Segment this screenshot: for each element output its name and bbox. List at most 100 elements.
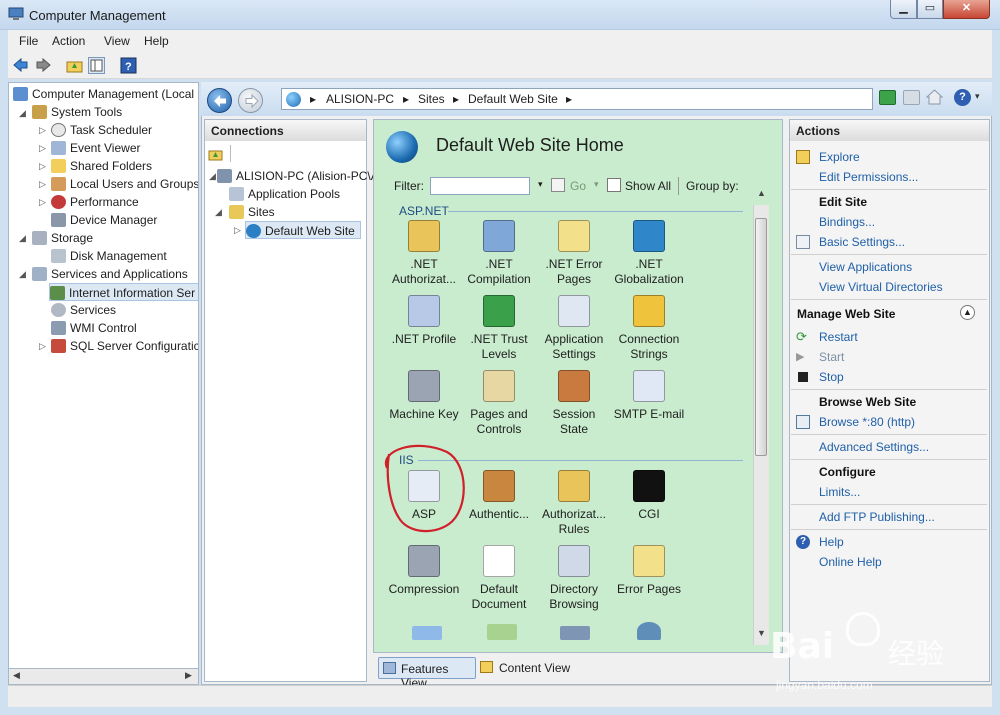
filter-dropdown-icon[interactable]: ▾ <box>538 179 543 190</box>
collapse-arrow-icon[interactable]: ◢ <box>209 171 216 182</box>
action-advanced-settings[interactable]: Advanced Settings... <box>819 440 929 454</box>
action-browse-80[interactable]: Browse *:80 (http) <box>819 415 915 429</box>
scroll-right-icon[interactable]: ▶ <box>185 670 192 681</box>
menu-view[interactable]: View <box>104 34 130 48</box>
scrollbar-thumb[interactable] <box>755 218 767 456</box>
partial-feature-icon[interactable] <box>412 626 442 640</box>
close-button[interactable]: ✕ <box>943 0 990 19</box>
tree-item-system-tools[interactable]: System Tools <box>32 103 122 121</box>
feature-net-profile[interactable]: .NET Profile <box>387 295 461 347</box>
menu-help[interactable]: Help <box>144 34 169 48</box>
tree-item-local-users[interactable]: Local Users and Groups <box>51 175 198 193</box>
help-icon[interactable]: ? <box>120 57 137 74</box>
action-basic-settings[interactable]: Basic Settings... <box>819 235 905 249</box>
home-icon[interactable] <box>925 89 944 105</box>
show-all-button[interactable]: Show All <box>625 179 671 193</box>
refresh-icon[interactable] <box>879 90 896 105</box>
collapse-arrow-icon[interactable]: ◢ <box>19 269 26 280</box>
action-start[interactable]: Start <box>819 350 844 364</box>
console-tree[interactable]: Computer Management (Local ◢ System Tool… <box>8 82 199 685</box>
feature-cgi[interactable]: CGI <box>612 470 686 522</box>
expand-arrow-icon[interactable]: ▷ <box>39 341 46 352</box>
tree-item-device-manager[interactable]: Device Manager <box>51 211 157 229</box>
feature-application-settings[interactable]: Application Settings <box>537 295 611 362</box>
help-dropdown-icon[interactable]: ▾ <box>975 91 980 102</box>
feature-net-compilation[interactable]: .NET Compilation <box>462 220 536 287</box>
go-dropdown-icon[interactable]: ▾ <box>594 179 599 190</box>
go-button[interactable]: Go <box>570 179 586 193</box>
scroll-down-icon[interactable]: ▼ <box>757 628 766 638</box>
action-help[interactable]: Help <box>819 535 844 549</box>
feature-net-error-pages[interactable]: .NET Error Pages <box>537 220 611 287</box>
breadcrumb-separator-icon[interactable]: ▸ <box>310 92 316 106</box>
minimize-button[interactable]: ▁ <box>890 0 917 19</box>
conn-item-sites[interactable]: Sites <box>229 203 275 221</box>
feature-net-globalization[interactable]: .NET Globalization <box>612 220 686 287</box>
feature-authorizat-rules[interactable]: Authorizat... Rules <box>537 470 611 537</box>
menu-file[interactable]: File <box>19 34 38 48</box>
conn-item-application-pools[interactable]: Application Pools <box>229 185 340 203</box>
conn-item-server[interactable]: ALISION-PC (Alision-PC\A <box>217 167 379 185</box>
tree-item-services[interactable]: Services <box>51 301 116 319</box>
iis-back-button[interactable] <box>207 88 232 113</box>
breadcrumb-server[interactable]: ALISION-PC <box>326 92 394 106</box>
action-restart[interactable]: Restart <box>819 330 858 344</box>
iis-forward-button[interactable] <box>238 88 263 113</box>
partial-feature-icon[interactable] <box>560 626 590 640</box>
action-stop[interactable]: Stop <box>819 370 844 384</box>
expand-arrow-icon[interactable]: ▷ <box>39 125 46 136</box>
content-view-tab[interactable]: Content View <box>499 661 570 675</box>
menu-action[interactable]: Action <box>52 34 85 48</box>
back-arrow-icon[interactable] <box>12 57 29 74</box>
action-limits[interactable]: Limits... <box>819 485 860 499</box>
feature-directory-browsing[interactable]: Directory Browsing <box>537 545 611 612</box>
feature-default-document[interactable]: Default Document <box>462 545 536 612</box>
tree-item-event-viewer[interactable]: Event Viewer <box>51 139 140 157</box>
breadcrumb-separator-icon[interactable]: ▸ <box>566 92 572 106</box>
expand-arrow-icon[interactable]: ▷ <box>39 161 46 172</box>
expand-arrow-icon[interactable]: ▷ <box>234 225 241 236</box>
tree-item-performance[interactable]: Performance <box>51 193 139 211</box>
tree-item-computer-management[interactable]: Computer Management (Local <box>13 85 194 103</box>
feature-net-authorizat[interactable]: .NET Authorizat... <box>387 220 461 287</box>
collapse-arrow-icon[interactable]: ◢ <box>19 108 26 119</box>
maximize-button[interactable]: ▭ <box>917 0 943 19</box>
filter-input[interactable] <box>430 177 530 195</box>
action-view-applications[interactable]: View Applications <box>819 260 912 274</box>
tree-item-sql-server[interactable]: SQL Server Configuratic <box>51 337 198 355</box>
show-hide-tree-icon[interactable] <box>88 57 105 74</box>
connect-folder-icon[interactable] <box>208 147 223 161</box>
address-breadcrumb[interactable]: ▸ ALISION-PC ▸ Sites ▸ Default Web Site … <box>281 88 873 110</box>
feature-connection-strings[interactable]: Connection Strings <box>612 295 686 362</box>
scroll-left-icon[interactable]: ◀ <box>13 670 20 681</box>
collapse-arrow-icon[interactable]: ◢ <box>215 207 222 218</box>
expand-arrow-icon[interactable]: ▷ <box>39 197 46 208</box>
up-folder-icon[interactable] <box>66 57 83 74</box>
breadcrumb-separator-icon[interactable]: ▸ <box>403 92 409 106</box>
collapse-section-icon[interactable]: ▲ <box>960 305 975 320</box>
tree-horizontal-scrollbar[interactable]: ◀ ▶ <box>8 668 199 685</box>
expand-arrow-icon[interactable]: ▷ <box>39 179 46 190</box>
tree-item-services-applications[interactable]: Services and Applications <box>32 265 188 283</box>
tree-item-shared-folders[interactable]: Shared Folders <box>51 157 152 175</box>
feature-authentic[interactable]: Authentic... <box>462 470 536 522</box>
forward-arrow-icon[interactable] <box>35 57 52 74</box>
action-view-virtual-directories[interactable]: View Virtual Directories <box>819 280 943 294</box>
stop-icon[interactable] <box>903 90 920 105</box>
conn-item-default-web-site[interactable]: Default Web Site <box>245 221 361 239</box>
action-edit-permissions[interactable]: Edit Permissions... <box>819 170 918 184</box>
partial-feature-icon[interactable] <box>637 622 661 640</box>
tree-item-task-scheduler[interactable]: Task Scheduler <box>51 121 152 139</box>
feature-smtp-e-mail[interactable]: SMTP E-mail <box>612 370 686 422</box>
action-add-ftp-publishing[interactable]: Add FTP Publishing... <box>819 510 935 524</box>
breadcrumb-default-web-site[interactable]: Default Web Site <box>468 92 558 106</box>
action-bindings[interactable]: Bindings... <box>819 215 875 229</box>
group-by-label[interactable]: Group by: <box>686 179 739 193</box>
feature-net-trust-levels[interactable]: .NET Trust Levels <box>462 295 536 362</box>
feature-error-pages[interactable]: Error Pages <box>612 545 686 597</box>
breadcrumb-separator-icon[interactable]: ▸ <box>453 92 459 106</box>
help-icon[interactable]: ? <box>954 89 971 106</box>
tree-item-disk-management[interactable]: Disk Management <box>51 247 167 265</box>
partial-feature-icon[interactable] <box>487 624 517 640</box>
feature-machine-key[interactable]: Machine Key <box>387 370 461 422</box>
